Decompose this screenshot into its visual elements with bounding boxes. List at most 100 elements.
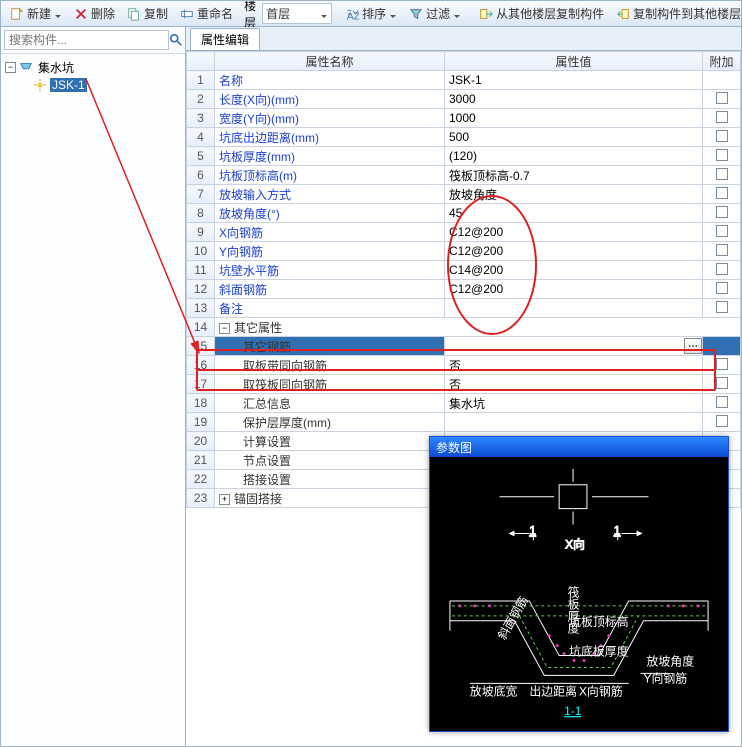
- checkbox[interactable]: [716, 168, 728, 180]
- checkbox[interactable]: [716, 149, 728, 161]
- prop-name[interactable]: 取板带同向钢筋: [215, 356, 445, 375]
- prop-name[interactable]: 坑板顶标高(m): [215, 166, 445, 185]
- checkbox[interactable]: [716, 206, 728, 218]
- ellipsis-button[interactable]: ⋯: [684, 338, 702, 354]
- table-row[interactable]: 5坑板厚度(mm)(120): [187, 147, 741, 166]
- prop-name[interactable]: 坑板厚度(mm): [215, 147, 445, 166]
- parameter-title[interactable]: 参数图: [430, 437, 728, 457]
- prop-value[interactable]: (120): [445, 147, 703, 166]
- checkbox[interactable]: [716, 130, 728, 142]
- prop-attach[interactable]: [703, 299, 741, 318]
- table-row[interactable]: 11坑壁水平筋C14@200: [187, 261, 741, 280]
- table-row[interactable]: 10Y向钢筋C12@200: [187, 242, 741, 261]
- checkbox[interactable]: [716, 358, 728, 370]
- prop-attach[interactable]: [703, 185, 741, 204]
- parameter-panel[interactable]: 参数图 1 1 X向: [429, 436, 729, 732]
- checkbox[interactable]: [716, 301, 728, 313]
- checkbox[interactable]: [716, 92, 728, 104]
- col-name[interactable]: 属性名称: [215, 52, 445, 71]
- prop-value[interactable]: 1000: [445, 109, 703, 128]
- copy-to-button[interactable]: 复制构件到其他楼层: [611, 3, 742, 24]
- prop-attach[interactable]: [703, 261, 741, 280]
- copy-button[interactable]: 复制: [122, 3, 173, 24]
- prop-name[interactable]: 备注: [215, 299, 445, 318]
- table-row[interactable]: 2长度(X向)(mm)3000: [187, 90, 741, 109]
- prop-value[interactable]: ⋯: [445, 337, 703, 356]
- search-button[interactable]: [169, 30, 183, 50]
- col-attach[interactable]: 附加: [703, 52, 741, 71]
- prop-attach[interactable]: [703, 242, 741, 261]
- prop-value[interactable]: C12@200: [445, 280, 703, 299]
- checkbox[interactable]: [716, 187, 728, 199]
- prop-value[interactable]: 500: [445, 128, 703, 147]
- table-row[interactable]: 17 取筏板同向钢筋否: [187, 375, 741, 394]
- table-row[interactable]: 8放坡角度(°)45: [187, 204, 741, 223]
- prop-name[interactable]: Y向钢筋: [215, 242, 445, 261]
- prop-name[interactable]: 名称: [215, 71, 445, 90]
- tab-properties[interactable]: 属性编辑: [190, 28, 260, 50]
- prop-name[interactable]: 搭接设置: [215, 470, 445, 489]
- col-value[interactable]: 属性值: [445, 52, 703, 71]
- prop-attach[interactable]: [703, 71, 741, 90]
- prop-name[interactable]: −其它属性: [215, 318, 741, 337]
- table-row[interactable]: 15 其它钢筋⋯: [187, 337, 741, 356]
- prop-attach[interactable]: [703, 413, 741, 432]
- sort-button[interactable]: AZ 排序: [340, 3, 402, 24]
- delete-button[interactable]: 删除: [69, 3, 120, 24]
- collapse-icon[interactable]: −: [5, 62, 16, 73]
- prop-attach[interactable]: [703, 356, 741, 375]
- table-row[interactable]: 19 保护层厚度(mm): [187, 413, 741, 432]
- expand-icon[interactable]: +: [219, 494, 230, 505]
- prop-value[interactable]: 否: [445, 375, 703, 394]
- prop-name[interactable]: 坑底出边距离(mm): [215, 128, 445, 147]
- table-row[interactable]: 1名称JSK-1: [187, 71, 741, 90]
- table-row[interactable]: 6坑板顶标高(m)筏板顶标高-0.7: [187, 166, 741, 185]
- prop-value[interactable]: JSK-1: [445, 71, 703, 90]
- checkbox[interactable]: [716, 415, 728, 427]
- checkbox[interactable]: [716, 377, 728, 389]
- checkbox[interactable]: [716, 111, 728, 123]
- checkbox[interactable]: [716, 244, 728, 256]
- prop-attach[interactable]: [703, 204, 741, 223]
- prop-name[interactable]: 汇总信息: [215, 394, 445, 413]
- first-floor-select[interactable]: 首层: [262, 3, 332, 24]
- prop-value[interactable]: 3000: [445, 90, 703, 109]
- prop-name[interactable]: 计算设置: [215, 432, 445, 451]
- table-row[interactable]: 16 取板带同向钢筋否: [187, 356, 741, 375]
- prop-value[interactable]: 集水坑: [445, 394, 703, 413]
- prop-attach[interactable]: [703, 375, 741, 394]
- prop-name[interactable]: 取筏板同向钢筋: [215, 375, 445, 394]
- prop-name[interactable]: 放坡角度(°): [215, 204, 445, 223]
- prop-attach[interactable]: [703, 90, 741, 109]
- component-tree[interactable]: − 集水坑 JSK-1: [1, 54, 185, 746]
- prop-name[interactable]: X向钢筋: [215, 223, 445, 242]
- checkbox[interactable]: [716, 396, 728, 408]
- prop-value[interactable]: [445, 413, 703, 432]
- copy-from-button[interactable]: 从其他楼层复制构件: [474, 3, 609, 24]
- prop-name[interactable]: 保护层厚度(mm): [215, 413, 445, 432]
- prop-attach[interactable]: [703, 147, 741, 166]
- prop-attach[interactable]: [703, 280, 741, 299]
- table-row[interactable]: 13备注: [187, 299, 741, 318]
- prop-attach[interactable]: [703, 166, 741, 185]
- table-row[interactable]: 7放坡输入方式放坡角度: [187, 185, 741, 204]
- prop-value[interactable]: 放坡角度: [445, 185, 703, 204]
- prop-value[interactable]: 筏板顶标高-0.7: [445, 166, 703, 185]
- checkbox[interactable]: [716, 225, 728, 237]
- checkbox[interactable]: [716, 263, 728, 275]
- table-row[interactable]: 14−其它属性: [187, 318, 741, 337]
- prop-name[interactable]: 放坡输入方式: [215, 185, 445, 204]
- prop-attach[interactable]: [703, 337, 741, 356]
- tree-root[interactable]: − 集水坑: [3, 58, 183, 76]
- prop-value[interactable]: [445, 299, 703, 318]
- new-button[interactable]: 新建: [5, 3, 67, 24]
- table-row[interactable]: 12斜面钢筋C12@200: [187, 280, 741, 299]
- checkbox[interactable]: [716, 282, 728, 294]
- prop-name[interactable]: 节点设置: [215, 451, 445, 470]
- prop-value[interactable]: C14@200: [445, 261, 703, 280]
- filter-button[interactable]: 过滤: [404, 3, 466, 24]
- prop-value[interactable]: C12@200: [445, 223, 703, 242]
- prop-name[interactable]: 其它钢筋: [215, 337, 445, 356]
- tree-child[interactable]: JSK-1: [3, 76, 183, 94]
- prop-name[interactable]: 宽度(Y向)(mm): [215, 109, 445, 128]
